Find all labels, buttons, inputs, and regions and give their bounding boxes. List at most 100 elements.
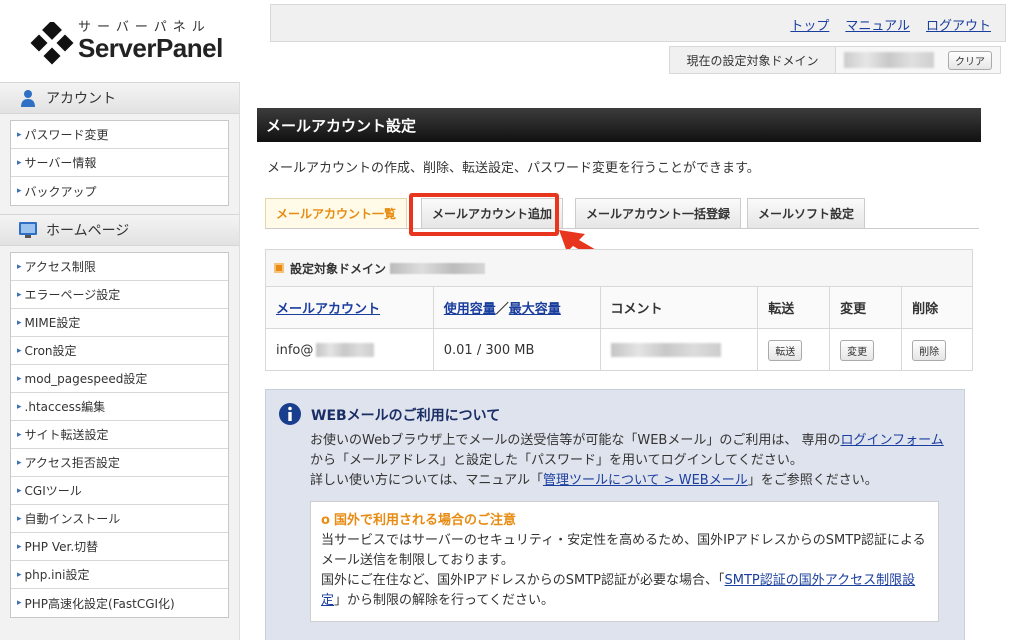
- sidebar-item-cron[interactable]: ▸ Cron設定: [11, 337, 228, 365]
- logo-title: ServerPanel: [78, 33, 223, 63]
- info-body: お使いのWebブラウザ上でメールの送受信等が可能な「WEBメール」のご利用は、 …: [310, 431, 950, 491]
- arrow-icon: ▸: [17, 457, 22, 468]
- sidebar-item-label: .htaccess編集: [24, 400, 106, 414]
- notice-text: 」から制限の解除を行ってください。: [334, 593, 554, 608]
- homepage-menu: ▸ アクセス制限 ▸ エラーページ設定 ▸ MIME設定 ▸ Cron設定 ▸ mod_p…: [10, 252, 229, 618]
- header-cell: 使用容量／最大容量: [433, 287, 601, 328]
- cell-comment: [601, 329, 759, 371]
- highlight-box: [409, 193, 559, 236]
- sidebar-item-mime[interactable]: ▸ MIME設定: [11, 309, 228, 337]
- sidebar-item-auto-install[interactable]: ▸ 自動インストール: [11, 505, 228, 533]
- domain-bar: 現在の設定対象ドメイン クリア: [669, 46, 1001, 74]
- account-table: 設定対象ドメイン メールアカウント 使用容量／最大容量 コメント 転送 変更 削…: [265, 249, 973, 371]
- sidebar-item-label: アクセス拒否設定: [24, 456, 120, 470]
- overseas-notice: o 国外で利用される場合のご注意 当サービスではサーバーのセキュリティ・安定性を高…: [310, 501, 939, 622]
- arrow-icon: ▸: [17, 598, 22, 608]
- header-cell: 転送: [758, 287, 831, 328]
- cell-delete: 削除: [902, 329, 972, 371]
- account-text: info@: [276, 342, 314, 358]
- sidebar-item-password[interactable]: ▸ パスワード変更: [11, 121, 228, 149]
- domain-value-blurred: [844, 52, 934, 68]
- notice-title-text: 国外で利用される場合のご注意: [333, 513, 516, 528]
- circle-icon: o: [321, 513, 330, 528]
- login-form-link[interactable]: ーム: [918, 433, 944, 448]
- sidebar-section-homepage: ホームページ: [0, 214, 239, 246]
- table-caption: 設定対象ドメイン: [266, 250, 972, 287]
- forward-button[interactable]: 転送: [768, 339, 803, 361]
- sidebar-item-label: エラーページ設定: [24, 288, 121, 302]
- logo[interactable]: サーバーパネル ServerPanel: [0, 0, 270, 80]
- header-cell: 削除: [902, 287, 972, 328]
- arrow-icon: ▸: [17, 317, 22, 328]
- info-icon: [279, 403, 301, 425]
- notice-paragraph-2: 国外にご在住など、国外IPアドレスからのSMTP認証が必要な場合、「SMTP認証…: [321, 571, 928, 611]
- sidebar-item-label: CGIツール: [24, 484, 82, 498]
- monitor-icon: [19, 222, 37, 238]
- sidebar-item-label: アクセス制限: [24, 260, 96, 274]
- info-text: から「メールアドレス」と設定した「パスワード」を用いてログインしてください。: [310, 453, 803, 468]
- sidebar-item-server-info[interactable]: ▸ サーバー情報: [11, 149, 228, 177]
- arrow-icon: ▸: [17, 401, 22, 412]
- cell-usage: 0.01 / 300 MB: [434, 329, 601, 371]
- sidebar-item-pagespeed[interactable]: ▸ mod_pagespeed設定: [11, 365, 228, 393]
- sidebar-item-access-deny[interactable]: ▸ アクセス拒否設定: [11, 449, 228, 477]
- arrow-icon: ▸: [17, 541, 22, 552]
- tab-account-list[interactable]: メールアカウント一覧: [265, 198, 408, 228]
- top-links: トップ マニュアル ログアウト: [790, 15, 991, 34]
- sidebar-item-label: php.ini設定: [24, 568, 90, 582]
- sidebar-item-label: PHP高速化設定(FastCGI化): [24, 596, 175, 611]
- header-cell: メールアカウント: [266, 287, 434, 328]
- sidebar-item-label: バックアップ: [24, 184, 97, 199]
- arrow-icon: ▸: [17, 485, 22, 496]
- top-link-top[interactable]: トップ: [790, 15, 829, 34]
- arrow-icon: ▸: [17, 569, 22, 580]
- sidebar-item-label: MIME設定: [24, 316, 81, 330]
- sidebar-item-site-redirect[interactable]: ▸ サイト転送設定: [11, 421, 228, 449]
- sidebar-item-access-restriction[interactable]: ▸ アクセス制限: [11, 253, 228, 281]
- table-row: info@ 0.01 / 300 MB 転送 変更 削除: [266, 329, 972, 371]
- change-button[interactable]: 変更: [840, 339, 875, 361]
- login-form-link[interactable]: ログインフォ: [840, 433, 918, 448]
- account-menu: ▸ パスワード変更 ▸ サーバー情報 ▸ バックアップ: [10, 120, 229, 206]
- sidebar-item-php-version[interactable]: ▸ PHP Ver.切替: [11, 533, 228, 561]
- sidebar-section-account: アカウント: [0, 82, 239, 114]
- arrow-icon: ▸: [17, 186, 22, 196]
- top-link-manual[interactable]: マニュアル: [845, 15, 910, 34]
- arrow-icon: ▸: [17, 129, 22, 140]
- sidebar-item-php-ini[interactable]: ▸ php.ini設定: [11, 561, 228, 589]
- sidebar-item-htaccess[interactable]: ▸ .htaccess編集: [11, 393, 228, 421]
- info-text: 」をご参照ください。: [747, 473, 878, 488]
- sidebar-item-fastcgi[interactable]: ▸ PHP高速化設定(FastCGI化): [11, 589, 228, 617]
- account-domain-blurred: [316, 343, 375, 357]
- sidebar-item-label: PHP Ver.切替: [24, 540, 99, 554]
- header-cell: コメント: [600, 287, 759, 328]
- clear-button[interactable]: クリア: [948, 50, 992, 70]
- arrow-icon: ▸: [17, 373, 22, 384]
- arrow-icon: ▸: [17, 345, 22, 356]
- delete-button[interactable]: 削除: [912, 339, 947, 361]
- sort-max-link[interactable]: 最大容量: [509, 298, 561, 317]
- cell-change: 変更: [830, 329, 903, 371]
- sidebar-item-backup[interactable]: ▸ バックアップ: [11, 177, 228, 205]
- arrow-icon: ▸: [17, 157, 22, 168]
- tab-mail-software[interactable]: メールソフト設定: [747, 198, 866, 228]
- sidebar-item-cgi[interactable]: ▸ CGIツール: [11, 477, 228, 505]
- user-icon: [21, 90, 35, 107]
- top-link-logout[interactable]: ログアウト: [926, 15, 991, 34]
- manual-webmail-link[interactable]: 管理ツールについて > WEBメール: [543, 473, 748, 488]
- notice-title: o 国外で利用される場合のご注意: [321, 511, 928, 531]
- domain-label: 現在の設定対象ドメイン: [670, 47, 836, 73]
- smtp-restriction-link[interactable]: SMTP認証の国外アクセス制限: [725, 573, 903, 588]
- header-cell: 変更: [830, 287, 903, 328]
- sidebar-item-error-page[interactable]: ▸ エラーページ設定: [11, 281, 228, 309]
- caption-domain-blurred: [390, 262, 486, 274]
- arrow-icon: ▸: [17, 289, 22, 300]
- sidebar-item-label: サイト転送設定: [24, 428, 109, 442]
- header-separator: ／: [495, 302, 509, 317]
- sidebar-section-title: ホームページ: [46, 223, 130, 239]
- sidebar-item-label: mod_pagespeed設定: [24, 372, 148, 386]
- info-title: WEBメールのご利用について: [311, 408, 501, 424]
- notice-paragraph-1: 当サービスではサーバーのセキュリティ・安定性を高めるため、国外IPアドレスからの…: [321, 533, 926, 568]
- sort-usage-link[interactable]: 使用容量: [444, 298, 496, 317]
- sort-account-link[interactable]: メールアカウント: [276, 298, 380, 317]
